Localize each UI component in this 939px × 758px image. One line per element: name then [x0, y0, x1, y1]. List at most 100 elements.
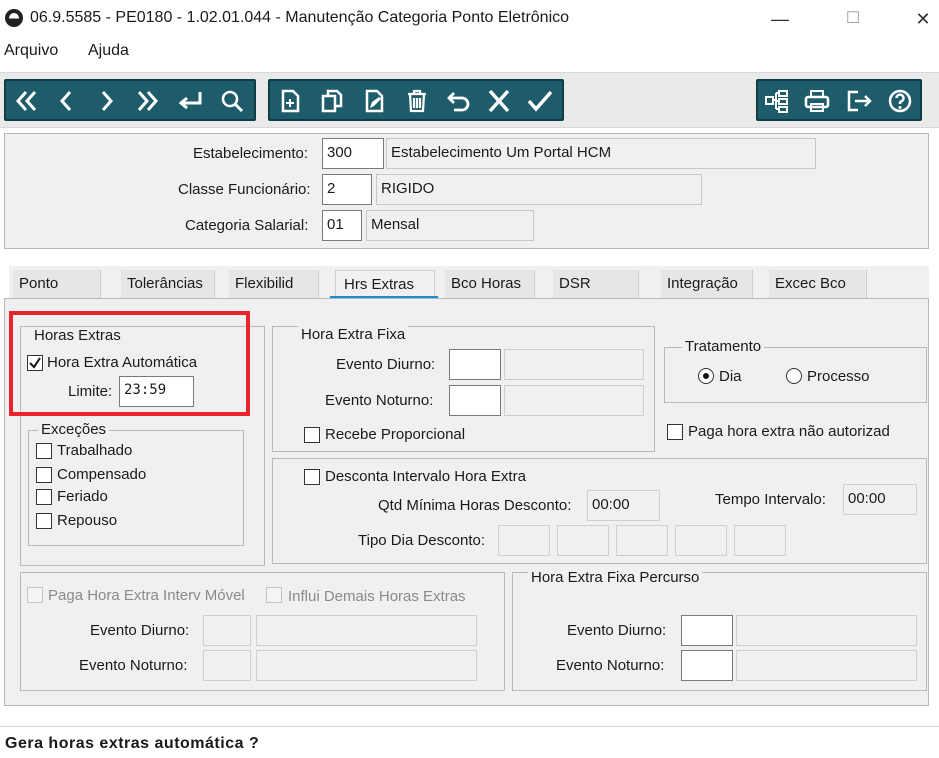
tab-bco-horas[interactable]: Bco Horas	[445, 270, 535, 298]
menu-ajuda[interactable]: Ajuda	[88, 42, 129, 60]
categoria-code-field[interactable]: 01	[322, 210, 362, 241]
fixa-noturno-label: Evento Noturno:	[325, 392, 434, 409]
tratamento-title: Tratamento	[682, 338, 765, 355]
search-icon[interactable]	[216, 84, 248, 118]
tipo-dia-field-4	[675, 525, 727, 556]
tab-hrs-extras[interactable]: Hrs Extras	[335, 270, 435, 298]
status-bar: Gera horas extras automática ?	[0, 726, 939, 758]
nav-toolbar-group	[4, 79, 256, 121]
influi-demais-checkbox[interactable]	[266, 587, 282, 603]
next-icon[interactable]	[90, 84, 122, 118]
influi-demais-label: Influi Demais Horas Extras	[288, 588, 466, 605]
fixa-diurno-desc-field	[504, 349, 644, 380]
repouso-label: Repouso	[57, 512, 118, 529]
tab-dsr[interactable]: DSR	[553, 270, 639, 298]
delete-icon[interactable]	[400, 84, 432, 118]
percurso-diurno-desc-field	[736, 615, 917, 646]
goto-icon[interactable]	[172, 84, 204, 118]
tipo-dia-label: Tipo Dia Desconto:	[358, 532, 486, 549]
tab-ponto[interactable]: Ponto	[13, 270, 101, 298]
compensado-checkbox[interactable]	[36, 467, 52, 483]
edit-icon[interactable]	[358, 84, 390, 118]
compensado-label: Compensado	[57, 466, 147, 483]
minimize-button[interactable]: —	[765, 6, 795, 32]
tempo-intervalo-field[interactable]: 00:00	[843, 484, 917, 515]
tempo-intervalo-label: Tempo Intervalo:	[715, 491, 826, 508]
fixa-diurno-label: Evento Diurno:	[336, 356, 436, 373]
undo-icon[interactable]	[442, 84, 474, 118]
tab-integracao[interactable]: Integração	[661, 270, 753, 298]
close-button[interactable]: ✕	[908, 6, 938, 32]
copy-icon[interactable]	[316, 84, 348, 118]
highlight-box	[9, 311, 250, 416]
tab-tolerancias[interactable]: Tolerâncias	[121, 270, 215, 298]
tratamento-processo-label: Processo	[807, 368, 870, 385]
movel-diurno-desc-field	[256, 615, 477, 646]
classe-name-field: RIGIDO	[376, 174, 702, 205]
paga-nao-autorizada-label: Paga hora extra não autorizad	[688, 423, 890, 440]
window-title: 06.9.5585 - PE0180 - 1.02.01.044 - Manut…	[30, 9, 570, 26]
qtd-minima-label: Qtd Mínima Horas Desconto:	[378, 497, 572, 514]
categoria-name-field: Mensal	[366, 210, 534, 241]
tipo-dia-field-3	[616, 525, 668, 556]
app-icon	[5, 9, 23, 27]
movel-noturno-field	[203, 650, 251, 681]
tipo-dia-field-2	[557, 525, 609, 556]
toolbar	[0, 72, 939, 128]
cancel-icon[interactable]	[482, 84, 514, 118]
trabalhado-label: Trabalhado	[57, 442, 133, 459]
menu-bar: Arquivo Ajuda	[0, 38, 939, 66]
title-bar: 06.9.5585 - PE0180 - 1.02.01.044 - Manut…	[0, 0, 939, 38]
right-toolbar-group	[756, 79, 922, 121]
hierarchy-icon[interactable]	[760, 84, 792, 118]
last-icon[interactable]	[130, 84, 162, 118]
qtd-minima-field[interactable]: 00:00	[587, 490, 660, 521]
movel-noturno-label: Evento Noturno:	[79, 657, 188, 674]
percurso-diurno-field[interactable]	[681, 615, 733, 646]
estabelecimento-label: Estabelecimento:	[193, 145, 309, 162]
percurso-title: Hora Extra Fixa Percurso	[528, 569, 703, 586]
fixa-diurno-field[interactable]	[449, 349, 501, 380]
edit-toolbar-group	[268, 79, 564, 121]
tipo-dia-field-5	[734, 525, 786, 556]
prev-icon[interactable]	[50, 84, 82, 118]
classe-label: Classe Funcionário:	[178, 181, 311, 198]
maximize-button[interactable]: ☐	[838, 6, 868, 32]
estabelecimento-code-field[interactable]: 300	[322, 138, 384, 169]
classe-code-field[interactable]: 2	[322, 174, 372, 205]
hora-extra-fixa-title: Hora Extra Fixa	[298, 326, 409, 343]
tab-flexibilid[interactable]: Flexibilid	[229, 270, 319, 298]
repouso-checkbox[interactable]	[36, 513, 52, 529]
paga-interv-movel-checkbox[interactable]	[27, 587, 43, 603]
first-icon[interactable]	[10, 84, 42, 118]
new-icon[interactable]	[274, 84, 306, 118]
tratamento-dia-label: Dia	[719, 368, 742, 385]
print-icon[interactable]	[800, 84, 832, 118]
movel-diurno-field	[203, 615, 251, 646]
fixa-noturno-desc-field	[504, 385, 644, 416]
feriado-checkbox[interactable]	[36, 489, 52, 505]
percurso-noturno-desc-field	[736, 650, 917, 681]
tratamento-dia-radio[interactable]	[698, 368, 714, 384]
recebe-proporcional-label: Recebe Proporcional	[325, 426, 466, 443]
movel-diurno-label: Evento Diurno:	[90, 622, 190, 639]
trabalhado-checkbox[interactable]	[36, 443, 52, 459]
recebe-proporcional-checkbox[interactable]	[304, 427, 320, 443]
percurso-noturno-field[interactable]	[681, 650, 733, 681]
paga-interv-movel-label: Paga Hora Extra Interv Móvel	[48, 587, 245, 604]
desconta-intervalo-label: Desconta Intervalo Hora Extra	[325, 468, 526, 485]
save-icon[interactable]	[522, 84, 554, 118]
tipo-dia-field-1	[498, 525, 550, 556]
tab-excec-bco[interactable]: Excec Bco	[769, 270, 867, 298]
fixa-noturno-field[interactable]	[449, 385, 501, 416]
desconta-intervalo-checkbox[interactable]	[304, 469, 320, 485]
status-text: Gera horas extras automática ?	[5, 735, 260, 752]
exit-icon[interactable]	[842, 84, 874, 118]
movel-noturno-desc-field	[256, 650, 477, 681]
menu-arquivo[interactable]: Arquivo	[4, 42, 58, 60]
percurso-diurno-label: Evento Diurno:	[567, 622, 667, 639]
help-icon[interactable]	[884, 84, 916, 118]
paga-nao-autorizada-checkbox[interactable]	[667, 424, 683, 440]
percurso-noturno-label: Evento Noturno:	[556, 657, 665, 674]
tratamento-processo-radio[interactable]	[786, 368, 802, 384]
